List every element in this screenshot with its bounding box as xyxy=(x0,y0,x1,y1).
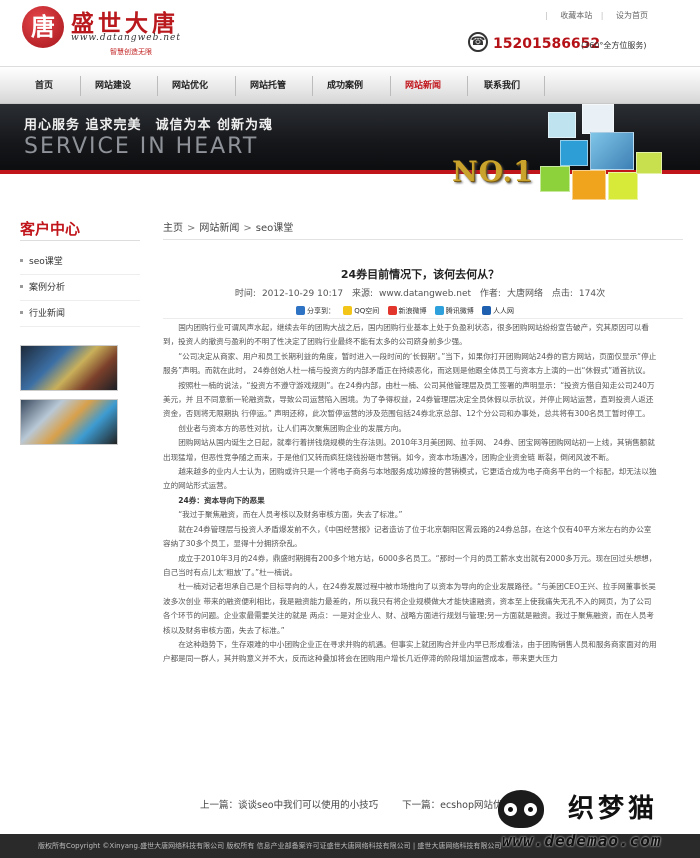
no1-badge: NO.1 xyxy=(452,155,534,188)
nav-web-build[interactable]: 网站建设 xyxy=(80,67,146,105)
watermark: 织梦猫 www.dedemao.com xyxy=(498,786,700,858)
article-paragraph: “我过于聚焦融资，而在人员考核以及财务审核方面，失去了标准。” xyxy=(178,510,403,520)
nav-home[interactable]: 首页 xyxy=(11,67,77,105)
breadcrumb: 主页 > 网站新闻 > seo课堂 xyxy=(163,219,293,234)
share-label: 分享到： xyxy=(307,307,335,315)
share-weibo[interactable]: 新浪微博 xyxy=(399,307,427,315)
prev-article-link[interactable]: 上一篇：谈谈seo中我们可以使用的小技巧 xyxy=(200,800,378,811)
article-paragraph: 成立于2010年3月的24券，鼎盛时期拥有200多个地方站，6000多名员工。“… xyxy=(163,553,657,577)
article-paragraph: 杜一楠对记者坦承自己是个目标导向的人，在24券发展过程中被市场推向了以资本为导向… xyxy=(163,582,656,635)
meta-clicks-label: 点击: xyxy=(551,289,573,299)
nav-news[interactable]: 网站新闻 xyxy=(390,67,456,105)
bullet-icon xyxy=(20,311,23,314)
article-body: 国内团购行业可谓风声水起，继续去年的团购大战之后，国内团购行业基本上处于负盈利状… xyxy=(163,321,658,667)
sidebar-item-industry[interactable]: 行业新闻 xyxy=(20,301,140,327)
sidebar-item-cases[interactable]: 案例分析 xyxy=(20,275,140,301)
banner-slogan-en: SERVICE IN HEART xyxy=(24,134,259,159)
prev-next-links: 上一篇：谈谈seo中我们可以使用的小技巧 下一篇：ecshop网站优化 xyxy=(200,797,512,811)
article-paragraph: 团购网站从国内诞生之日起，就奉行着拼钱烧规模的生存法则。2010年3月美团网、拉… xyxy=(163,438,655,462)
breadcrumb-home[interactable]: 主页 xyxy=(163,223,183,234)
article-paragraph: 创业者与资本方的恶性对抗，让人们再次聚焦团购企业的发展方向。 xyxy=(178,423,406,433)
article-paragraph: 国内团购行业可谓风声水起，继续去年的团购大战之后，国内团购行业基本上处于负盈利状… xyxy=(163,323,649,347)
divider xyxy=(163,318,683,319)
phone-icon: ☎ xyxy=(468,32,488,52)
phone-note: (360°全方位服务) xyxy=(581,41,647,50)
meta-source-label: 来源: xyxy=(351,289,373,299)
meta-source: www.datangweb.net xyxy=(378,289,472,299)
share-tencent[interactable]: 腾讯微博 xyxy=(446,307,474,315)
chevron-right-icon: > xyxy=(187,223,196,234)
banner-slogan: 用心服务 追求完美 诚信为本 创新为魂 xyxy=(24,118,274,133)
article-paragraph: 越来越多的业内人士认为，团购或许只是一个将电子商务与本地服务成功嫁接的营销模式，… xyxy=(163,467,657,491)
promo-image[interactable] xyxy=(20,345,118,391)
meta-time-label: 时间: xyxy=(234,289,256,299)
qzone-icon[interactable] xyxy=(343,306,353,315)
divider xyxy=(20,240,140,241)
divider: | xyxy=(544,11,548,20)
article-paragraph: “公司决定从商家、用户和员工长期利益的角度，暂时进入一段时间的‘长假期’。”当下… xyxy=(163,351,657,376)
nav-contact[interactable]: 联系我们 xyxy=(469,67,535,105)
site-header: 唐 盛世大唐 www.datangweb.net 智慧创造无限 | 收藏本站 |… xyxy=(0,0,700,66)
nav-divider xyxy=(544,76,545,96)
share-bar: 分享到： QQ空间 新浪微博 腾讯微博 人人网 xyxy=(296,306,514,316)
article-meta: 时间: 2012-10-29 10:17 来源: www.datangweb.net… xyxy=(160,286,680,299)
watermark-url: www.dedemao.com xyxy=(502,831,662,850)
share-qzone[interactable]: QQ空间 xyxy=(354,307,379,315)
watermark-name: 织梦猫 xyxy=(568,794,659,824)
article-paragraph: 按照杜一楠的说法，“投资方不遵守游戏规则”。在24券内部，由杜一楠、公司其他管理… xyxy=(163,380,655,419)
top-links: | 收藏本站 | 设为首页 xyxy=(539,10,648,21)
promo-image[interactable] xyxy=(20,399,118,445)
divider: | xyxy=(600,11,604,20)
set-homepage-link[interactable]: 设为首页 xyxy=(616,11,648,20)
sidebar-item-label: seo课堂 xyxy=(29,257,63,267)
next-article-link[interactable]: 下一篇：ecshop网站优化 xyxy=(402,800,512,811)
sidebar-item-label: 行业新闻 xyxy=(29,309,66,319)
divider xyxy=(163,239,683,240)
article-paragraph: 24券：资本导向下的恶果 xyxy=(178,495,265,505)
nav-cases[interactable]: 成功案例 xyxy=(312,67,378,105)
logo-seal-icon[interactable]: 唐 xyxy=(22,6,64,48)
share-plus-icon[interactable] xyxy=(296,306,305,315)
article-title: 24券目前情况下，该何去何从？ xyxy=(340,268,500,281)
sidebar-item-label: 案例分析 xyxy=(29,283,66,293)
sidebar-title: 客户中心 xyxy=(20,220,81,238)
renren-icon[interactable] xyxy=(481,306,491,315)
nav-divider xyxy=(467,76,468,96)
cat-logo-icon xyxy=(498,790,544,828)
breadcrumb-news[interactable]: 网站新闻 xyxy=(199,223,239,234)
chevron-right-icon: > xyxy=(243,223,252,234)
bullet-icon xyxy=(20,285,23,288)
logo-slogan: 智慧创造无限 xyxy=(110,48,152,56)
nav-web-optimize[interactable]: 网站优化 xyxy=(157,67,223,105)
breadcrumb-seo[interactable]: seo课堂 xyxy=(256,223,293,234)
meta-clicks: 174次 xyxy=(578,289,606,299)
footer-copyright: 版权所有Copyright ©Xinyang.盛世大唐网络科技有限公司 版权所有… xyxy=(38,842,502,850)
article-paragraph: 就在24券管理层与投资人矛盾爆发前不久，《中国经营报》记者造访了位于北京朝阳区霄… xyxy=(163,524,652,549)
sidebar-item-seo[interactable]: seo课堂 xyxy=(20,249,140,275)
meta-time: 2012-10-29 10:17 xyxy=(261,289,344,299)
logo-url: www.datangweb.net xyxy=(71,33,181,43)
article-paragraph: 在这种趋势下，生存艰难的中小团购企业正在寻求并购的机遇。但事实上就团购合并业内早… xyxy=(163,639,657,664)
weibo-icon[interactable] xyxy=(387,306,397,315)
meta-author-label: 作者: xyxy=(479,289,501,299)
nav-web-hosting[interactable]: 网站托管 xyxy=(235,67,301,105)
bullet-icon xyxy=(20,259,23,262)
main-nav: 首页 网站建设 网站优化 网站托管 成功案例 网站新闻 联系我们 xyxy=(0,66,700,104)
share-renren[interactable]: 人人网 xyxy=(493,307,514,315)
meta-author: 大唐网络 xyxy=(506,289,543,299)
tencent-weibo-icon[interactable] xyxy=(434,306,444,315)
bookmark-link[interactable]: 收藏本站 xyxy=(560,11,592,20)
